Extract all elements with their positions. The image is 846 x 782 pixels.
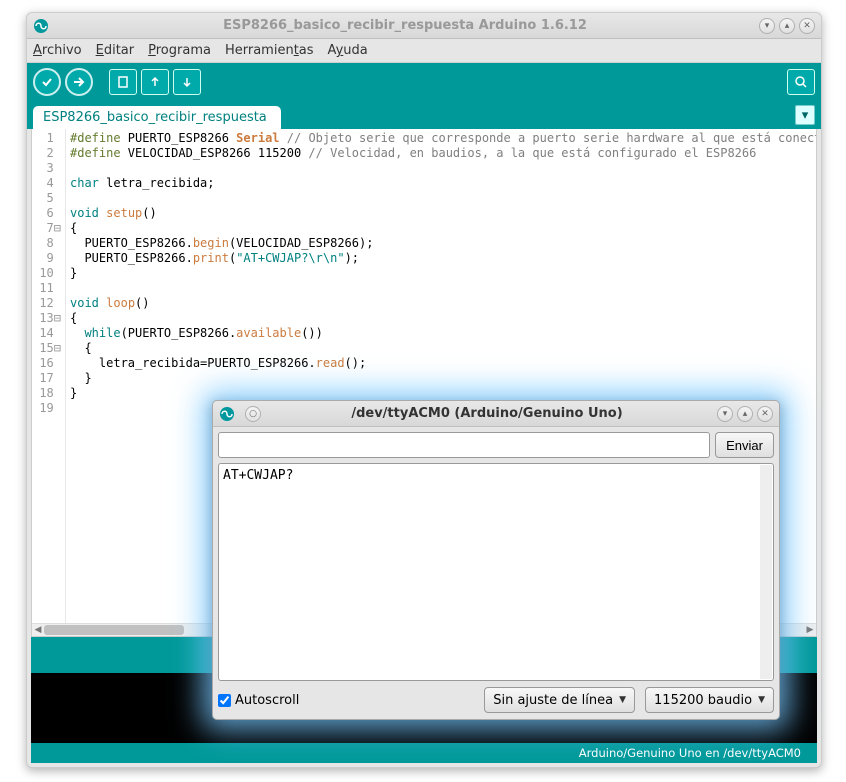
menu-editar[interactable]: Editar [96,43,135,58]
baud-rate-value: 115200 baudio [654,693,752,708]
line-ending-select[interactable]: Sin ajuste de línea ▼ [484,687,635,713]
arduino-app-icon [33,18,49,34]
minimize-button[interactable]: ▾ [759,18,775,34]
serial-send-button[interactable]: Enviar [715,432,774,458]
new-button[interactable] [109,69,137,95]
scroll-right-icon[interactable]: ▶ [804,625,816,635]
serial-pin-button[interactable]: ○ [245,406,261,422]
serial-bottom-bar: Autoscroll Sin ajuste de línea ▼ 115200 … [213,681,779,719]
board-port-status: Arduino/Genuino Uno en /dev/ttyACM0 [31,743,817,763]
menu-archivo[interactable]: Archivo [33,43,82,58]
serial-input[interactable] [218,432,710,458]
scroll-thumb[interactable] [44,625,184,635]
tab-bar: ESP8266_basico_recibir_respuesta ▾ [27,101,821,129]
serial-titlebar: ○ /dev/ttyACM0 (Arduino/Genuino Uno) ▾ ▴… [213,401,779,427]
autoscroll-checkbox-label[interactable]: Autoscroll [218,693,299,708]
board-port-label: Arduino/Genuino Uno en /dev/ttyACM0 [579,746,801,760]
baud-rate-select[interactable]: 115200 baudio ▼ [645,687,774,713]
open-button[interactable] [141,69,169,95]
menu-ayuda[interactable]: Ayuda [328,43,368,58]
autoscroll-checkbox[interactable] [218,694,231,707]
serial-window-title: /dev/ttyACM0 (Arduino/Genuino Uno) [261,406,713,421]
chevron-down-icon: ▼ [758,695,765,705]
close-button[interactable]: ✕ [799,18,815,34]
tab-menu-button[interactable]: ▾ [795,105,815,125]
main-window-title: ESP8266_basico_recibir_respuesta Arduino… [55,18,755,33]
serial-monitor-button[interactable] [787,69,815,95]
chevron-down-icon: ▼ [619,695,626,705]
toolbar [27,63,821,101]
scroll-left-icon[interactable]: ◀ [32,625,44,635]
serial-input-row: Enviar [213,427,779,463]
save-button[interactable] [173,69,201,95]
verify-button[interactable] [33,68,61,96]
upload-button[interactable] [65,68,93,96]
line-gutter: 1 2 3 4 5 6 7⊟ 8 9 10 11 12 13⊟14 15⊟16 … [32,129,66,636]
sketch-tab[interactable]: ESP8266_basico_recibir_respuesta [33,106,281,129]
maximize-button[interactable]: ▴ [779,18,795,34]
main-titlebar: ESP8266_basico_recibir_respuesta Arduino… [27,13,821,39]
arduino-app-icon [219,406,235,422]
serial-maximize-button[interactable]: ▴ [737,406,753,422]
line-ending-value: Sin ajuste de línea [493,693,613,708]
serial-vertical-scrollbar[interactable] [760,465,772,679]
menu-programa[interactable]: Programa [148,43,211,58]
autoscroll-text: Autoscroll [235,693,299,708]
menu-herramientas[interactable]: Herramientas [225,43,314,58]
serial-monitor-window: ○ /dev/ttyACM0 (Arduino/Genuino Uno) ▾ ▴… [212,400,780,720]
serial-output-area[interactable]: AT+CWJAP? [218,463,774,681]
serial-close-button[interactable]: ✕ [757,406,773,422]
serial-output-text: AT+CWJAP? [223,468,293,483]
serial-minimize-button[interactable]: ▾ [717,406,733,422]
menubar: Archivo Editar Programa Herramientas Ayu… [27,39,821,63]
